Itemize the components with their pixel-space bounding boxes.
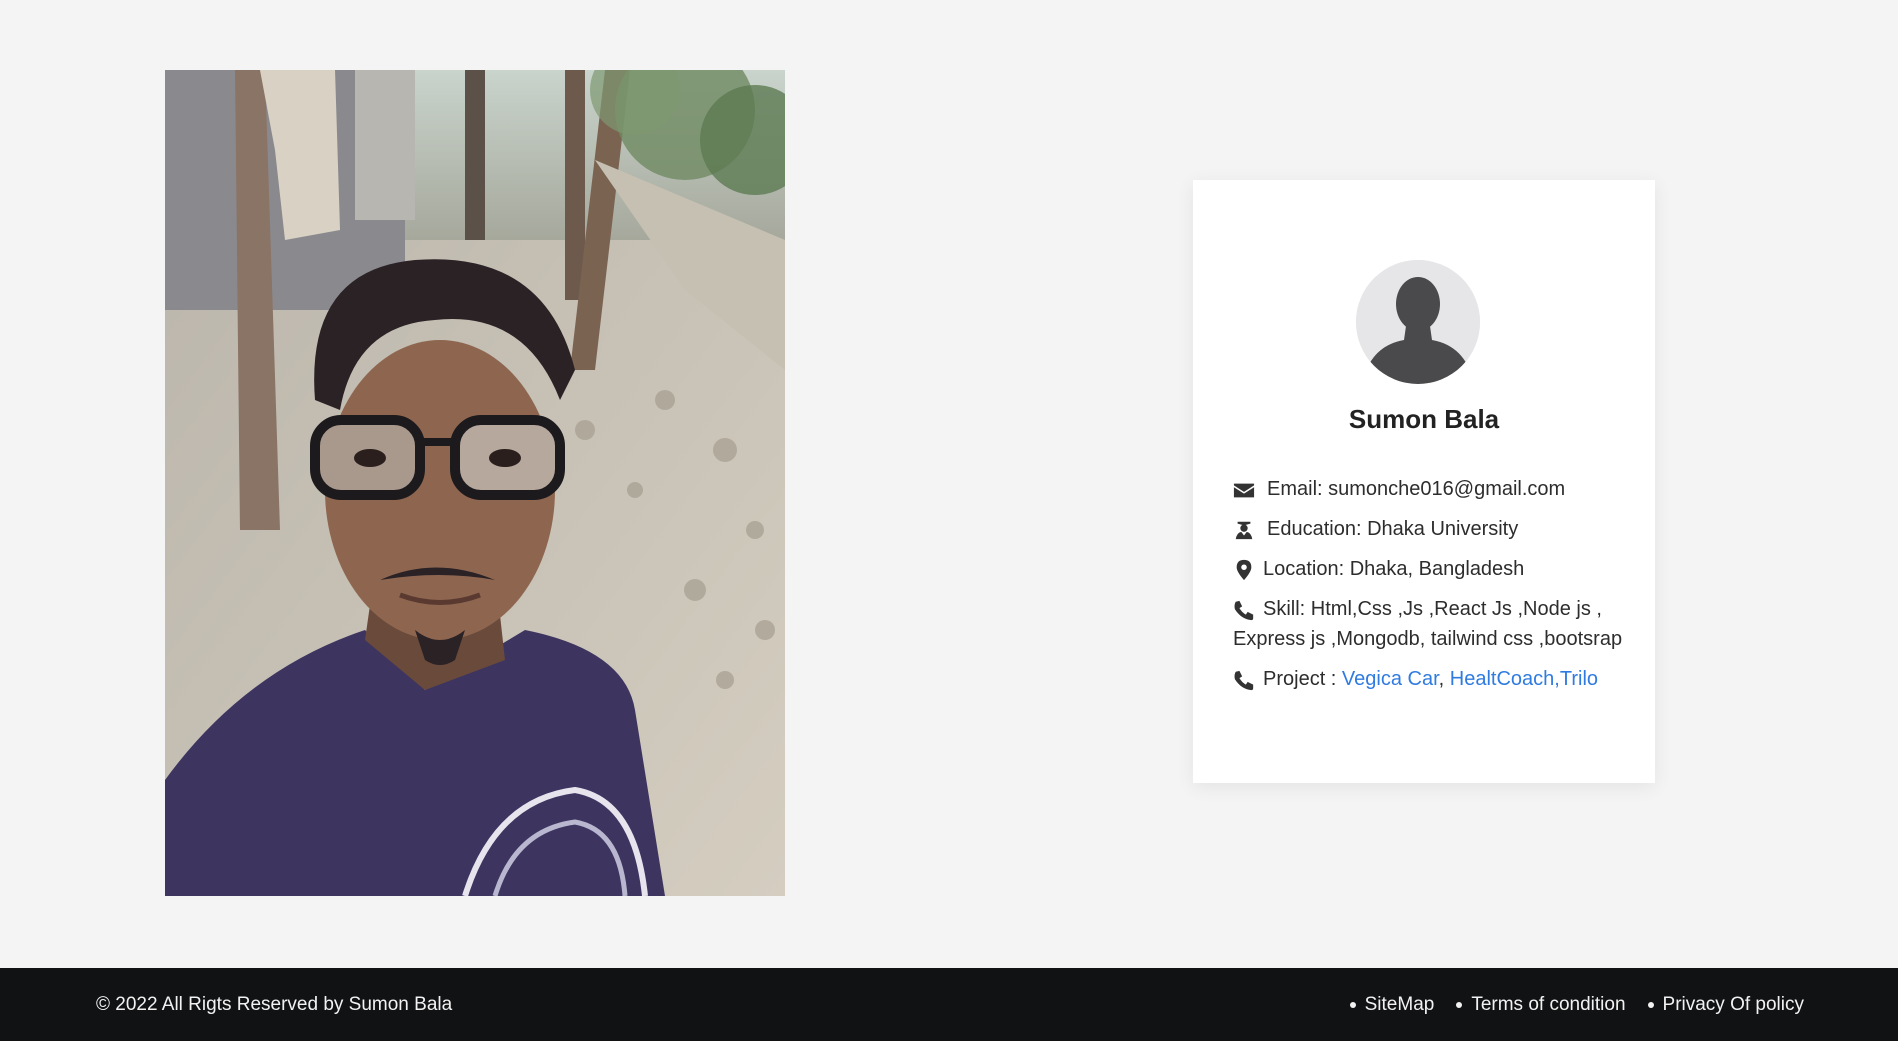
profile-photo-image [165,70,785,896]
avatar [1356,260,1480,384]
education-row: Education: Dhaka University [1233,514,1633,544]
footer-link-privacy[interactable]: Privacy Of policy [1647,994,1804,1016]
project-link-healtcoach[interactable]: HealtCoach [1450,668,1555,690]
footer-link-label: SiteMap [1364,994,1435,1015]
project-separator: , [1438,668,1450,690]
bullet-icon [1456,1002,1463,1008]
footer-link-terms[interactable]: Terms of condition [1456,994,1626,1016]
project-link-vegica-car[interactable]: Vegica Car [1342,668,1439,690]
user-silhouette-icon [1356,260,1480,384]
phone-icon [1233,599,1255,621]
skill-row: Skill: Html,Css ,Js ,React Js ,Node js ,… [1233,594,1633,654]
bullet-icon [1647,1002,1654,1008]
email-row: Email: sumonche016@gmail.com [1233,474,1633,504]
copyright-text: © 2022 All Rigts Reserved by Sumon Bala [96,994,453,1015]
footer-link-sitemap[interactable]: SiteMap [1349,994,1435,1016]
education-value: Dhaka University [1367,518,1519,540]
profile-photo [165,70,785,896]
footer-link-label: Privacy Of policy [1662,994,1804,1015]
map-marker-icon [1233,559,1255,581]
footer-links: SiteMap Terms of condition Privacy Of po… [1328,994,1804,1016]
location-row: Location: Dhaka, Bangladesh [1233,554,1633,584]
project-label: Project : [1263,668,1342,690]
skill-label: Skill: [1263,598,1311,620]
education-label: Education: [1267,518,1368,540]
phone-icon [1233,669,1255,691]
location-label: Location: [1263,558,1350,580]
graduate-icon [1233,519,1261,541]
envelope-icon [1233,479,1261,501]
email-value: sumonche016@gmail.com [1328,478,1566,500]
footer-link-label: Terms of condition [1471,994,1626,1015]
project-link-trilo[interactable]: Trilo [1560,668,1598,690]
email-label: Email: [1267,478,1329,500]
footer: © 2022 All Rigts Reserved by Sumon Bala … [0,968,1898,1041]
bullet-icon [1349,1002,1356,1008]
profile-card: Sumon Bala Email: sumonche016@gmail.com … [1193,180,1655,783]
location-value: Dhaka, Bangladesh [1349,558,1525,580]
project-row: Project : Vegica Car, HealtCoach,Trilo [1233,664,1633,694]
profile-name: Sumon Bala [1348,404,1500,434]
profile-info-list: Email: sumonche016@gmail.com Education: … [1233,474,1633,704]
main-section: Sumon Bala Email: sumonche016@gmail.com … [0,0,1898,968]
